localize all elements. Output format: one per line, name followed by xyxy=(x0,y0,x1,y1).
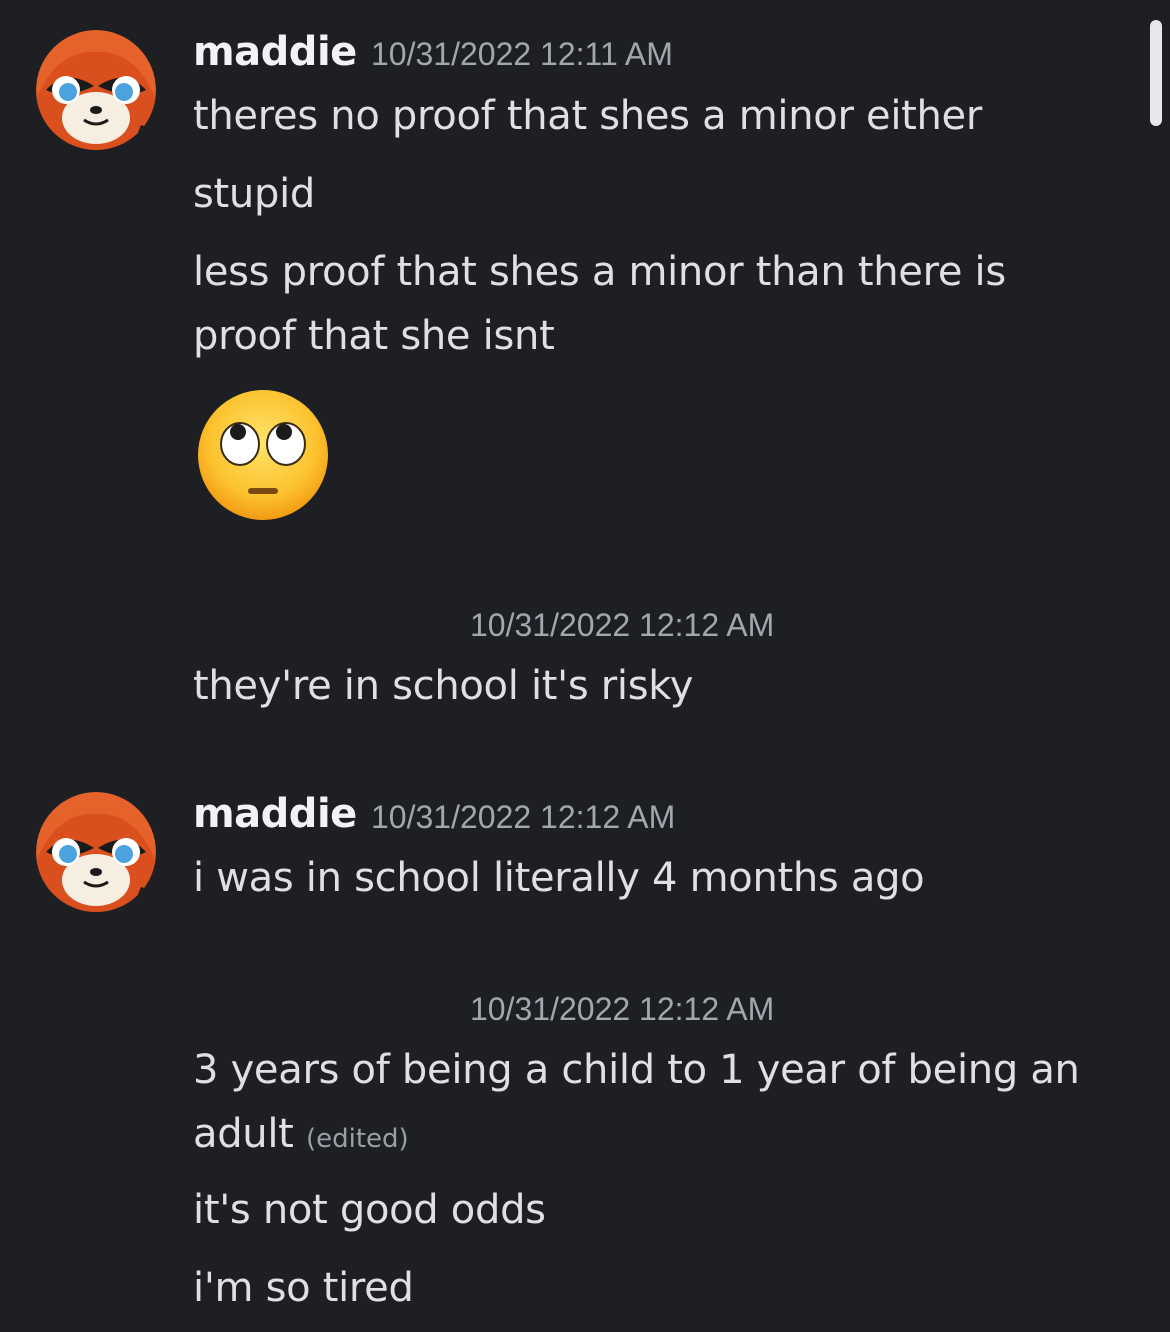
message-timestamp: 10/31/2022 12:12 AM xyxy=(470,607,775,643)
avatar[interactable] xyxy=(36,30,156,150)
scrollbar[interactable] xyxy=(1150,20,1162,126)
avatar[interactable] xyxy=(36,792,156,912)
message-timestamp: 10/31/2022 12:12 AM xyxy=(371,799,676,835)
red-panda-avatar-icon xyxy=(36,792,156,912)
username[interactable]: maddie xyxy=(193,790,357,838)
message-timestamp: 10/31/2022 12:11 AM xyxy=(371,36,673,72)
chat-log[interactable]: maddie 10/31/2022 12:11 AM theres no pro… xyxy=(0,0,1170,1332)
red-panda-avatar-icon xyxy=(36,30,156,150)
message-text: adult xyxy=(193,1111,294,1157)
face-with-rolling-eyes-icon xyxy=(196,388,330,522)
message-text: theres no proof that shes a minor either xyxy=(193,93,983,139)
message-text: stupid xyxy=(193,171,315,217)
message-text: they're in school it's risky xyxy=(193,663,694,709)
message-text: 3 years of being a child to 1 year of be… xyxy=(193,1047,1080,1093)
message-text: i'm so tired xyxy=(193,1265,414,1311)
message-text: proof that she isnt xyxy=(193,313,555,359)
edited-label: (edited) xyxy=(305,1124,409,1154)
message-text: i was in school literally 4 months ago xyxy=(193,855,925,901)
message-timestamp: 10/31/2022 12:12 AM xyxy=(470,991,775,1027)
message-text: less proof that shes a minor than there … xyxy=(193,249,1006,295)
message-text-edited: adult (edited) xyxy=(193,1102,409,1171)
username[interactable]: maddie xyxy=(193,28,357,76)
message-text: it's not good odds xyxy=(193,1187,546,1233)
